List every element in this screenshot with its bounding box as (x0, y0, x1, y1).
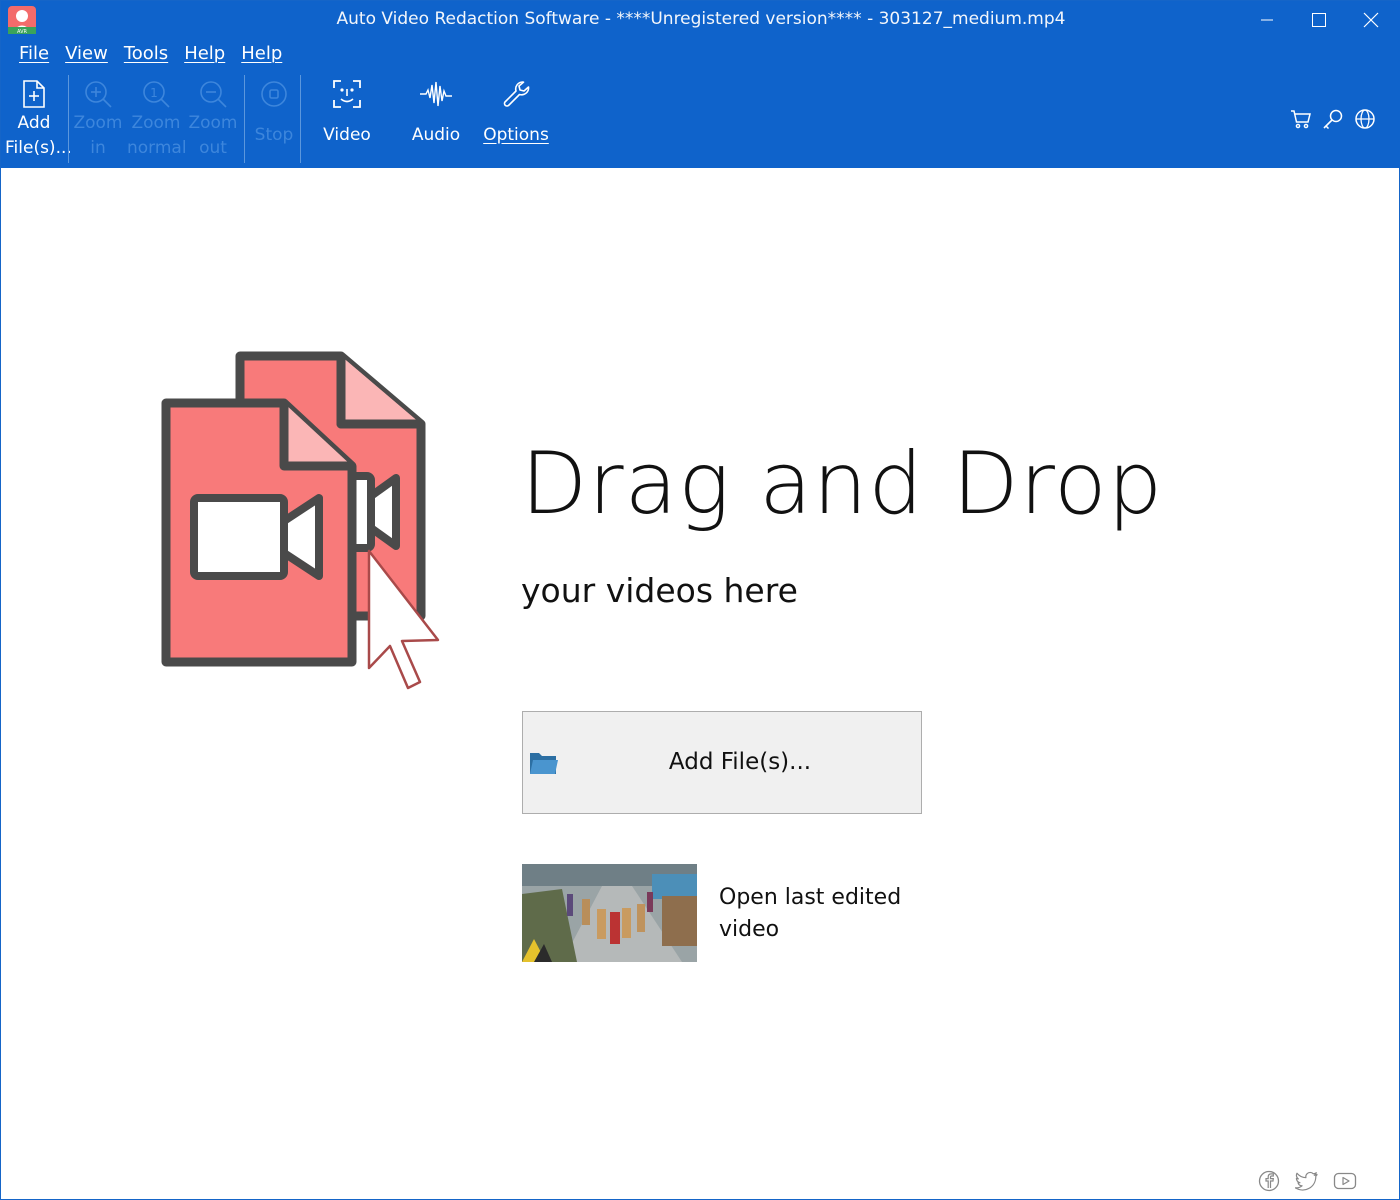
youtube-icon[interactable] (1333, 1169, 1357, 1193)
menu-bar: File View Tools Help Help (11, 43, 290, 69)
maximize-icon[interactable] (1293, 1, 1345, 39)
zoom-normal-button[interactable]: 1 Zoom normal (127, 71, 187, 166)
drag-drop-illustration (156, 346, 456, 696)
add-files-label-2: File(s)... (5, 138, 72, 158)
zoom-out-label-2: out (199, 138, 227, 158)
video-label: Video (323, 125, 371, 145)
wrench-icon (481, 71, 551, 117)
ribbon-separator (68, 75, 69, 163)
window-title: Auto Video Redaction Software - ****Unre… (336, 9, 1066, 29)
zoom-out-button[interactable]: Zoom out (187, 71, 239, 166)
add-files-button[interactable]: Add File(s)... (522, 711, 922, 814)
audio-label: Audio (411, 125, 461, 145)
social-links (1257, 1169, 1357, 1193)
svg-text:AVR: AVR (17, 29, 28, 35)
waveform-icon (406, 71, 466, 117)
audio-button[interactable]: Audio (406, 71, 466, 166)
zoom-in-label-2: in (90, 138, 106, 158)
facebook-icon[interactable] (1257, 1169, 1281, 1193)
menu-help-2[interactable]: Help (241, 43, 282, 69)
header-right-icons (1289, 107, 1377, 131)
ribbon-separator (244, 75, 245, 163)
zoom-out-label-1: Zoom (188, 113, 238, 133)
svg-text:1: 1 (150, 86, 158, 100)
close-icon[interactable] (1345, 1, 1397, 39)
stop-icon (251, 71, 297, 117)
zoom-in-button[interactable]: Zoom in (73, 71, 123, 166)
options-button[interactable]: Options (481, 71, 551, 166)
last-video-thumbnail[interactable] (522, 864, 697, 962)
title-bar[interactable]: AVR Auto Video Redaction Software - ****… (1, 1, 1400, 41)
face-scan-icon (317, 71, 377, 117)
open-last-edited-label: Open last edited video (719, 885, 902, 942)
drag-and-drop-subtitle: your videos here (521, 571, 798, 610)
drag-and-drop-title: Drag and Drop (521, 434, 1164, 534)
zoom-normal-label-2: normal (127, 138, 187, 158)
menu-file[interactable]: File (19, 43, 49, 69)
add-files-button-label: Add File(s)... (668, 749, 812, 775)
zoom-in-label-1: Zoom (73, 113, 123, 133)
globe-icon[interactable] (1353, 107, 1377, 131)
options-label: Options (483, 125, 549, 145)
menu-tools[interactable]: Tools (124, 43, 168, 69)
minimize-icon[interactable] (1241, 1, 1293, 39)
header: AVR Auto Video Redaction Software - ****… (1, 1, 1400, 168)
stop-button[interactable]: Stop (251, 71, 297, 166)
toolbar-ribbon: Add File(s)... Zoom in 1 Zoom normal Zoo… (1, 71, 1400, 168)
open-last-edited-video[interactable]: Open last edited video (522, 864, 942, 962)
menu-view[interactable]: View (65, 43, 108, 69)
stop-label: Stop (254, 125, 294, 145)
add-files-toolbar-button[interactable]: Add File(s)... (5, 71, 72, 166)
menu-help[interactable]: Help (184, 43, 225, 69)
video-button[interactable]: Video (317, 71, 377, 166)
app-window: AVR Auto Video Redaction Software - ****… (0, 0, 1400, 1200)
cart-icon[interactable] (1289, 107, 1313, 131)
zoom-normal-label-1: Zoom (131, 113, 181, 133)
key-icon[interactable] (1321, 107, 1345, 131)
add-files-label-1: Add (17, 113, 51, 133)
ribbon-separator (300, 75, 301, 163)
twitter-icon[interactable] (1295, 1169, 1319, 1193)
